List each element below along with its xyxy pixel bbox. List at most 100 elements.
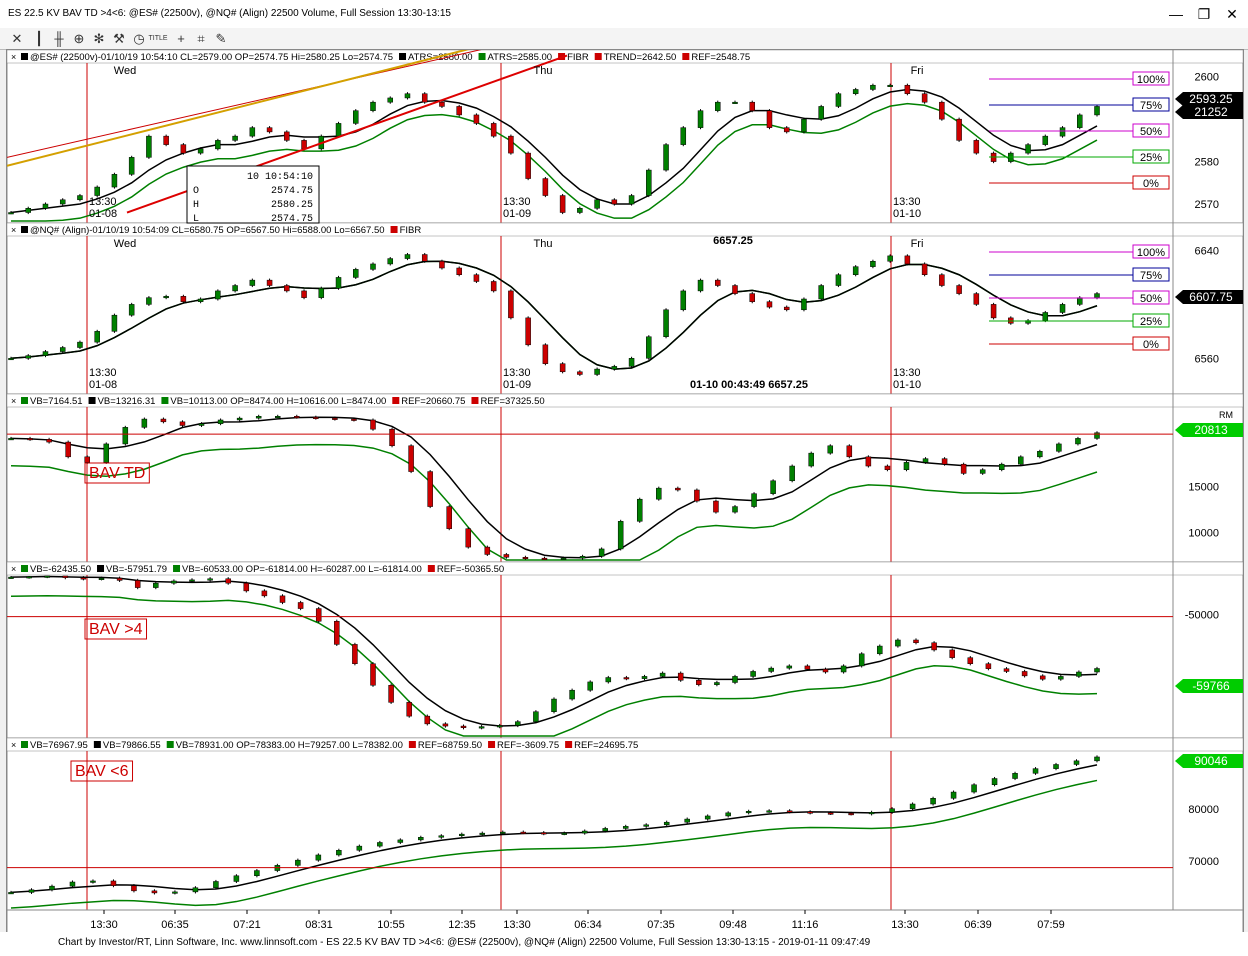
candle bbox=[508, 290, 514, 319]
candle bbox=[456, 267, 462, 275]
candle bbox=[439, 101, 445, 107]
candle bbox=[840, 665, 847, 673]
candle bbox=[473, 274, 480, 282]
candle bbox=[8, 438, 14, 441]
candle bbox=[1018, 456, 1024, 465]
y-tick-label-2-1: 10000 bbox=[1188, 527, 1219, 539]
legend-swatch-4-5 bbox=[565, 741, 573, 748]
candle bbox=[295, 859, 301, 866]
candle bbox=[542, 178, 549, 196]
candle bbox=[500, 831, 506, 834]
chart-canvas[interactable]: × @ES# (22500v)-01/10/19 10:54:10 CL=2579… bbox=[7, 50, 1243, 936]
legend-swatch-4-1 bbox=[93, 741, 101, 748]
pencil-icon[interactable]: ✎ bbox=[212, 30, 230, 47]
candle bbox=[26, 576, 32, 579]
candle bbox=[581, 830, 588, 834]
candle bbox=[921, 263, 928, 275]
session-time-0-1: 13:30 bbox=[503, 196, 531, 208]
candle bbox=[868, 812, 875, 815]
legend-text-4-4: REF=-3609.75 bbox=[497, 740, 559, 751]
candles-icon[interactable]: ╫ bbox=[50, 30, 68, 47]
candle bbox=[786, 810, 793, 813]
candle bbox=[766, 110, 773, 128]
price-tag-text-4-0: 90046 bbox=[1194, 754, 1228, 768]
candle bbox=[807, 811, 813, 814]
legend-swatch-1-0 bbox=[21, 226, 28, 233]
candle bbox=[745, 811, 752, 814]
candle bbox=[1059, 127, 1066, 137]
day-label-1-0: Wed bbox=[114, 238, 136, 250]
maximize-button[interactable]: ❐ bbox=[1190, 4, 1218, 24]
legend-text-2-1: VB=13216.31 bbox=[98, 396, 156, 407]
session-date-0-2: 01-10 bbox=[893, 208, 921, 220]
candle bbox=[846, 445, 853, 458]
candle bbox=[835, 274, 842, 286]
minimize-button[interactable]: — bbox=[1162, 4, 1190, 24]
candle bbox=[479, 832, 486, 835]
legend-text-0-0: @ES# (22500v)-01/10/19 10:54:10 CL=2579.… bbox=[30, 52, 393, 63]
candle bbox=[179, 421, 186, 426]
gear-icon[interactable]: ✻ bbox=[90, 30, 108, 47]
day-label-1-2: Fri bbox=[911, 238, 924, 250]
data-box-key-2: H bbox=[193, 200, 199, 211]
price-tag-text-1-0: 6607.75 bbox=[1189, 290, 1233, 304]
session-time-1-0: 13:30 bbox=[89, 367, 117, 379]
candle bbox=[25, 208, 31, 213]
candle bbox=[675, 487, 681, 491]
candle bbox=[408, 445, 414, 472]
candle bbox=[111, 314, 118, 332]
candle bbox=[827, 445, 834, 454]
candle bbox=[990, 304, 997, 319]
candle bbox=[42, 351, 49, 356]
time-label-12: 06:39 bbox=[964, 919, 992, 931]
legend-text-4-0: VB=76967.95 bbox=[30, 740, 88, 751]
candle bbox=[1039, 675, 1046, 680]
candle bbox=[65, 441, 71, 458]
time-label-10: 11:16 bbox=[792, 919, 819, 931]
candle bbox=[628, 358, 635, 367]
candle bbox=[397, 839, 404, 843]
zoom-icon[interactable]: ⊕ bbox=[70, 30, 88, 47]
candle bbox=[636, 498, 643, 522]
candle bbox=[353, 110, 359, 124]
candle bbox=[714, 682, 720, 685]
legend-text-2-0: VB=7164.51 bbox=[30, 396, 83, 407]
candle bbox=[59, 199, 66, 205]
candle bbox=[827, 812, 834, 815]
candle bbox=[870, 84, 876, 90]
candle bbox=[69, 881, 76, 887]
candle bbox=[284, 131, 290, 141]
close-button[interactable]: ✕ bbox=[1218, 4, 1246, 24]
legend-text-1-1: FIBR bbox=[400, 225, 422, 236]
chart-window[interactable]: × @ES# (22500v)-01/10/19 10:54:10 CL=2579… bbox=[6, 49, 1244, 937]
candle bbox=[128, 304, 135, 316]
candle bbox=[750, 671, 756, 677]
draw-icon[interactable]: ⌗ bbox=[192, 30, 210, 47]
candle bbox=[77, 341, 83, 348]
candle bbox=[697, 279, 704, 292]
candle bbox=[732, 506, 738, 513]
candle bbox=[541, 557, 548, 560]
candle bbox=[377, 842, 383, 847]
crosshair-icon[interactable]: + bbox=[172, 30, 190, 47]
candle bbox=[370, 263, 376, 270]
candle bbox=[301, 140, 307, 150]
candle bbox=[939, 101, 945, 120]
candle bbox=[1012, 773, 1018, 779]
candle bbox=[822, 668, 829, 673]
candle bbox=[44, 575, 50, 578]
candle bbox=[680, 127, 687, 145]
candle bbox=[236, 417, 243, 421]
legend-swatch-2-1 bbox=[88, 397, 96, 404]
candle bbox=[370, 419, 376, 430]
title-icon[interactable]: TITLE bbox=[146, 30, 170, 47]
wrench-icon[interactable]: ⚒ bbox=[110, 30, 128, 47]
close-x-icon[interactable]: ✕ bbox=[8, 30, 26, 47]
candle bbox=[852, 266, 859, 275]
candle bbox=[818, 106, 824, 120]
candle bbox=[490, 123, 497, 137]
candle bbox=[623, 677, 630, 680]
bars-icon[interactable]: ┃ bbox=[30, 30, 48, 47]
candle bbox=[122, 427, 129, 445]
candle bbox=[116, 577, 123, 581]
